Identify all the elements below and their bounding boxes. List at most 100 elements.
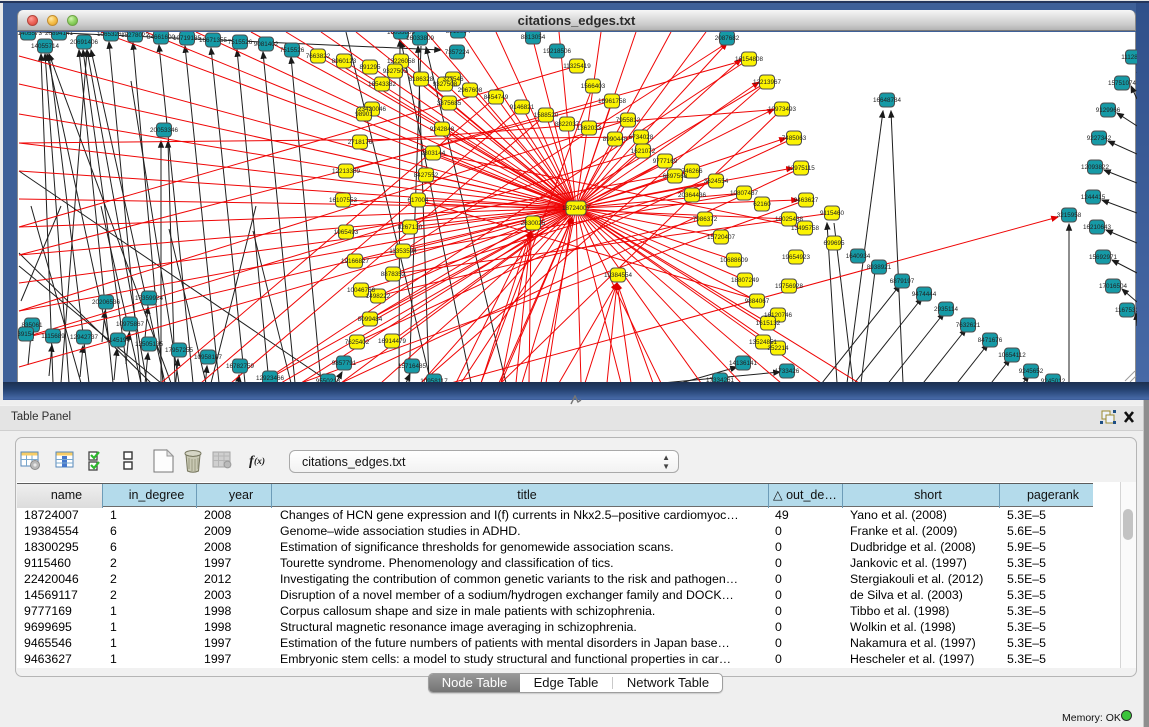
- svg-text:7485063: 7485063: [782, 135, 807, 142]
- svg-text:12093822: 12093822: [1081, 164, 1110, 171]
- svg-text:1621072: 1621072: [631, 148, 656, 155]
- svg-text:7357224: 7357224: [445, 49, 470, 56]
- svg-text:8099484: 8099484: [358, 316, 383, 323]
- svg-text:12213389: 12213389: [332, 168, 361, 175]
- svg-text:617004: 617004: [407, 197, 429, 204]
- svg-text:10958107: 10958107: [194, 354, 223, 361]
- svg-text:9129966: 9129966: [1096, 107, 1121, 114]
- svg-text:1362033: 1362033: [577, 125, 602, 132]
- svg-text:20691406: 20691406: [70, 39, 99, 46]
- svg-text:16543382: 16543382: [368, 81, 397, 88]
- svg-text:6734028: 6734028: [629, 134, 654, 141]
- svg-text:16033809: 16033809: [406, 35, 435, 42]
- svg-text:19756928: 19756928: [775, 283, 804, 290]
- svg-text:12505135: 12505135: [135, 341, 164, 348]
- svg-text:9227342: 9227342: [1087, 135, 1112, 142]
- svg-text:2935114: 2935114: [934, 306, 959, 313]
- svg-text:1115689: 1115689: [41, 333, 65, 340]
- svg-text:1640934: 1640934: [846, 253, 871, 260]
- svg-text:1244415: 1244415: [1081, 194, 1106, 201]
- svg-text:1112843: 1112843: [1121, 54, 1137, 61]
- svg-text:15751074: 15751074: [1108, 80, 1137, 87]
- svg-text:9777169: 9777169: [653, 158, 678, 165]
- svg-text:8427552: 8427552: [414, 172, 439, 179]
- svg-text:10025438: 10025438: [775, 216, 804, 223]
- svg-text:16210643: 16210643: [1083, 224, 1112, 231]
- svg-text:8471676: 8471676: [978, 337, 1003, 344]
- svg-text:8990448: 8990448: [603, 136, 628, 143]
- svg-text:18807249: 18807249: [731, 277, 760, 284]
- svg-text:19218506: 19218506: [543, 48, 572, 55]
- svg-text:10975867: 10975867: [116, 321, 145, 328]
- svg-text:12923466: 12923466: [256, 375, 285, 382]
- svg-text:7515526: 7515526: [280, 47, 305, 54]
- svg-text:15278022: 15278022: [121, 32, 150, 39]
- svg-text:21405573: 21405573: [18, 32, 42, 37]
- svg-text:13495758: 13495758: [791, 225, 820, 232]
- svg-text:2718176: 2718176: [348, 139, 373, 146]
- svg-text:62160: 62160: [753, 201, 771, 208]
- svg-text:1588520: 1588520: [534, 112, 559, 119]
- svg-text:6879197: 6879197: [890, 278, 915, 285]
- svg-text:15716485: 15716485: [398, 363, 427, 370]
- svg-text:(x): (x): [254, 456, 265, 467]
- svg-text:9081402: 9081402: [254, 41, 279, 48]
- svg-text:9463627: 9463627: [794, 197, 819, 204]
- svg-text:1498222: 1498222: [366, 293, 391, 300]
- svg-text:1615132: 1615132: [756, 320, 781, 327]
- svg-text:20053346: 20053346: [150, 127, 179, 134]
- svg-text:9327508: 9327508: [433, 81, 458, 88]
- svg-text:8454749: 8454749: [484, 94, 509, 101]
- svg-text:15720407: 15720407: [707, 234, 736, 241]
- svg-text:2967608: 2967608: [458, 87, 483, 94]
- svg-text:8267130: 8267130: [398, 224, 423, 231]
- svg-text:8960123: 8960123: [332, 58, 357, 65]
- svg-text:84661600: 84661600: [147, 34, 176, 41]
- svg-text:12975115: 12975115: [787, 165, 815, 172]
- svg-text:8813054: 8813054: [446, 32, 471, 35]
- svg-text:16648784: 16648784: [873, 97, 902, 104]
- svg-text:10807487: 10807487: [730, 190, 759, 197]
- svg-text:17359924: 17359924: [135, 295, 164, 302]
- svg-text:10973493: 10973493: [768, 106, 797, 113]
- svg-text:14136141: 14136141: [729, 360, 758, 367]
- svg-text:16961758: 16961758: [598, 98, 627, 105]
- svg-text:8186328: 8186328: [409, 76, 434, 83]
- svg-text:16154808: 16154808: [735, 56, 764, 63]
- svg-text:20364436: 20364436: [678, 192, 707, 199]
- svg-text:7663822: 7663822: [306, 53, 331, 60]
- svg-text:98901: 98901: [355, 111, 373, 118]
- svg-text:8938921: 8938921: [867, 264, 892, 271]
- svg-text:20894141: 20894141: [45, 32, 74, 37]
- svg-text:9115460: 9115460: [820, 210, 845, 217]
- svg-text:20206536: 20206536: [92, 299, 121, 306]
- svg-text:746266: 746266: [681, 168, 703, 175]
- svg-text:17957255: 17957255: [165, 347, 194, 354]
- svg-text:11353594: 11353594: [389, 248, 417, 255]
- svg-text:1965493: 1965493: [334, 229, 359, 236]
- svg-text:7625402: 7625402: [345, 339, 370, 346]
- svg-text:1145194: 1145194: [106, 337, 131, 344]
- svg-text:1167533: 1167533: [1115, 307, 1137, 314]
- svg-text:16782759: 16782759: [226, 363, 255, 370]
- svg-text:2087682: 2087682: [715, 35, 740, 42]
- svg-text:1733426: 1733426: [775, 368, 800, 375]
- svg-text:16120746: 16120746: [764, 312, 793, 319]
- svg-text:3875685: 3875685: [437, 100, 462, 107]
- svg-text:891295: 891295: [359, 64, 381, 71]
- svg-text:9327503: 9327503: [383, 68, 408, 75]
- svg-text:19166827: 19166827: [341, 258, 370, 265]
- svg-text:10688609: 10688609: [720, 257, 749, 264]
- svg-text:16914479: 16914479: [378, 338, 407, 345]
- svg-text:7515526: 7515526: [228, 39, 253, 46]
- svg-text:9474444: 9474444: [912, 291, 937, 298]
- svg-text:9884067: 9884067: [745, 298, 770, 305]
- svg-text:39154: 39154: [18, 331, 35, 338]
- svg-text:7986372: 7986372: [693, 216, 718, 223]
- svg-text:19654923: 19654923: [782, 254, 811, 261]
- svg-text:15692971: 15692971: [1089, 254, 1118, 261]
- svg-text:17016504: 17016504: [1099, 283, 1128, 290]
- svg-text:16107553: 16107553: [329, 197, 358, 204]
- svg-text:7632621: 7632621: [956, 322, 981, 329]
- svg-text:9146821: 9146821: [510, 104, 535, 111]
